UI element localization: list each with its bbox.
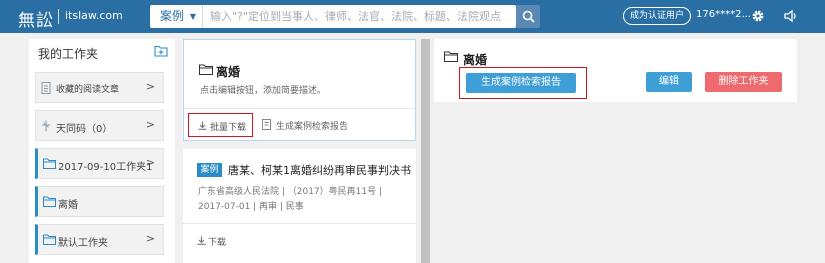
highlight-frame: 生成案例检索报告 [459,67,587,99]
batch-download-label: 批量下载 [210,123,247,133]
sidebar-item-label: 2017-09-10工作夹1 [58,162,153,173]
sidebar-item-label: 离婚 [58,200,78,211]
case-meta-court: 广东省高级人民法院 | （2017）粤民再11号 | [198,187,383,197]
search-input[interactable] [210,5,516,28]
search-icon [522,10,535,23]
top-header: 無訟 itslaw.com 案例 ▼ 成为认证用户 176****2... [0,0,825,33]
search-box: 案例 ▼ [150,5,516,28]
delete-folder-button[interactable]: 删除工作夹 [705,72,782,92]
chevron-right-icon: > [145,232,155,245]
become-certified-button[interactable]: 成为认证用户 [623,7,691,25]
sidebar-item-saved-articles[interactable]: 收藏的阅读文章 > [35,72,164,103]
case-title[interactable]: 唐某、柯某1离婚纠纷再审民事判决书 [228,162,411,178]
download-icon [197,236,206,245]
report-icon [262,119,271,130]
sidebar-title: 我的工作夹 [38,47,99,61]
case-meta-date: 2017-07-01 | 再审 | 民事 [198,202,304,212]
edit-button[interactable]: 编辑 [646,72,692,92]
search-type-select[interactable]: 案例 ▼ [150,5,203,28]
document-icon [41,82,51,97]
download-icon [198,121,207,130]
cross-icon [41,120,51,135]
folder-icon [199,64,213,78]
chevron-right-icon: > [145,80,155,93]
user-account[interactable]: 176****2... [696,9,751,20]
divider [184,108,415,109]
folder-detail-panel: 离婚 生成案例检索报告 编辑 删除工作夹 [434,39,797,102]
add-folder-icon[interactable] [154,45,168,60]
sidebar-item-label: 天同码（0） [56,124,113,135]
gear-icon[interactable] [751,9,765,26]
folder-title: 离婚 [463,53,488,67]
folder-icon [43,234,56,248]
sidebar-item-folder-default[interactable]: 默认工作夹 > [35,224,164,255]
sidebar-item-tiantong-code[interactable]: 天同码（0） > [35,110,164,141]
chevron-right-icon: > [145,118,155,131]
workspace-sidebar: 我的工作夹 收藏的阅读文章 > 天同码（0） > 2017-09-10工作夹1 … [29,39,175,263]
logo-divider [58,9,59,24]
folder-description: 点击编辑按钮，添加简要描述。 [200,86,327,96]
case-card[interactable]: 案例 唐某、柯某1离婚纠纷再审民事判决书 广东省高级人民法院 | （2017）粤… [183,149,416,263]
search-type-label: 案例 [160,9,185,23]
search-button[interactable] [516,5,540,28]
folder-name: 离婚 [216,65,241,79]
chevron-right-icon: > [145,156,155,169]
logo-domain[interactable]: itslaw.com [65,9,123,22]
generate-report-label: 生成案例检索报告 [276,122,349,132]
folder-icon [43,158,56,172]
folder-icon [43,196,56,210]
scrollbar[interactable] [421,39,430,263]
caret-down-icon: ▼ [189,12,196,21]
scrollbar-thumb[interactable] [421,39,430,263]
speaker-icon[interactable] [784,9,798,26]
sidebar-item-folder-divorce[interactable]: 离婚 [35,186,164,217]
download-label: 下载 [208,238,227,248]
sidebar-item-label: 收藏的阅读文章 [56,85,120,95]
logo[interactable]: 無訟 [18,6,54,31]
folder-content-column: 离婚 点击编辑按钮，添加简要描述。 批量下载 生成案例检索报告 案例 唐某、柯某… [183,39,416,263]
sidebar-item-folder-2017-09-10[interactable]: 2017-09-10工作夹1 > [35,148,164,179]
sidebar-item-label: 默认工作夹 [58,238,108,249]
generate-report-button[interactable]: 生成案例检索报告 [466,73,576,93]
case-badge: 案例 [197,163,222,177]
folder-info-card: 离婚 点击编辑按钮，添加简要描述。 批量下载 生成案例检索报告 [183,39,416,141]
divider [183,223,416,224]
folder-icon [444,51,458,65]
batch-download-button[interactable]: 批量下载 [188,113,253,137]
